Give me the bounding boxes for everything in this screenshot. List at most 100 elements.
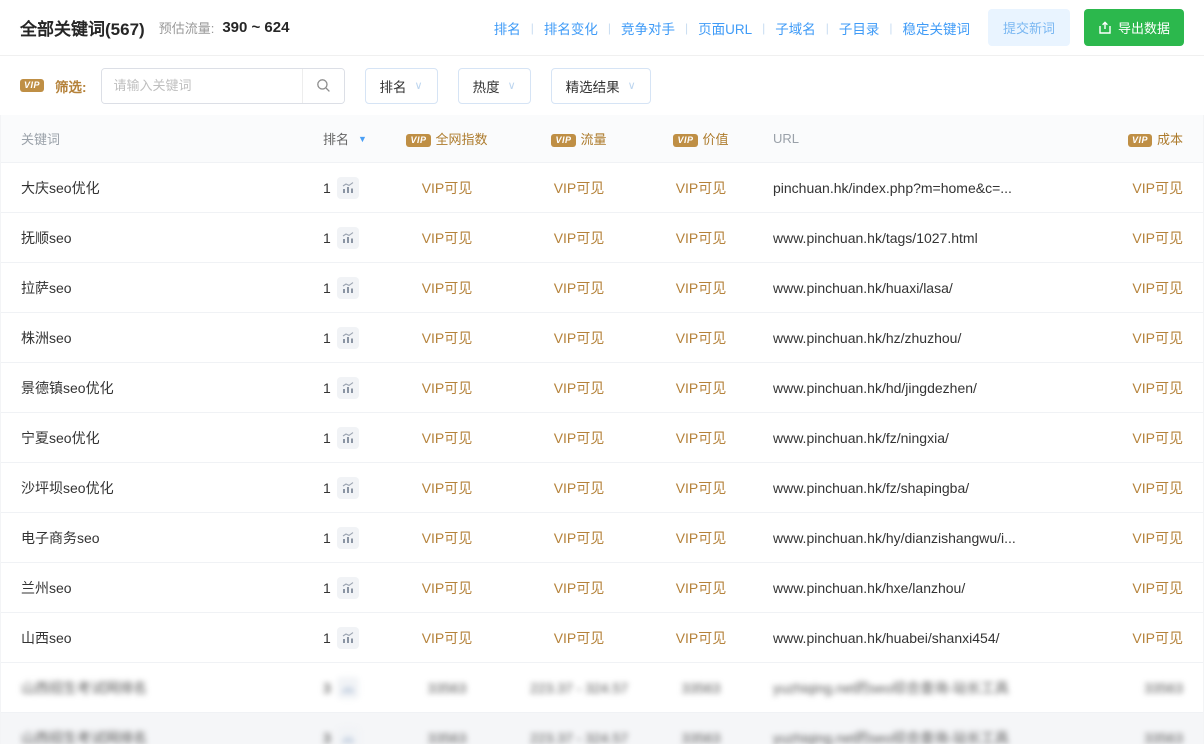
nav-page-url[interactable]: 页面URL [698, 18, 752, 38]
traffic-vip-cell[interactable]: VIP可见 [517, 428, 641, 448]
trend-chart-icon[interactable] [337, 277, 359, 299]
value-vip-cell[interactable]: VIP可见 [641, 228, 761, 248]
rank-value: 1 [323, 530, 331, 546]
url-cell[interactable]: www.pinchuan.hk/hz/zhuzhou/ [761, 330, 1091, 346]
value-vip-cell[interactable]: VIP可见 [641, 428, 761, 448]
index-vip-cell[interactable]: VIP可见 [377, 378, 517, 398]
trend-chart-icon[interactable] [337, 377, 359, 399]
traffic-vip-cell[interactable]: VIP可见 [517, 278, 641, 298]
col-header-keyword: 关键词 [1, 129, 311, 148]
keyword-cell: 抚顺seo [1, 228, 311, 248]
export-icon [1098, 21, 1112, 35]
nav-rank[interactable]: 排名 [494, 18, 521, 38]
search-input[interactable] [102, 69, 302, 103]
table-row: 拉萨seo 1 VIP可见 VIP可见 VIP可见 www.pinchuan.h… [1, 263, 1203, 313]
table-row: 株洲seo 1 VIP可见 VIP可见 VIP可见 www.pinchuan.h… [1, 313, 1203, 363]
page-title: 全部关键词(567) [20, 15, 145, 40]
url-cell[interactable]: pinchuan.hk/index.php?m=home&c=... [761, 180, 1091, 196]
trend-chart-icon[interactable] [337, 177, 359, 199]
trend-chart-icon[interactable] [337, 577, 359, 599]
nav-subdirectory[interactable]: 子目录 [839, 18, 880, 38]
export-data-button[interactable]: 导出数据 [1084, 9, 1184, 46]
trend-chart-icon [337, 677, 359, 699]
rank-value: 1 [323, 630, 331, 646]
value-vip-cell[interactable]: VIP可见 [641, 278, 761, 298]
col-header-value: VIP价值 [641, 129, 761, 148]
url-cell[interactable]: www.pinchuan.hk/huabei/shanxi454/ [761, 630, 1091, 646]
cost-vip-cell[interactable]: VIP可见 [1091, 228, 1203, 248]
index-vip-cell[interactable]: VIP可见 [377, 478, 517, 498]
trend-chart-icon[interactable] [337, 477, 359, 499]
submit-new-words-button[interactable]: 提交新词 [988, 9, 1070, 46]
url-cell[interactable]: www.pinchuan.hk/fz/shapingba/ [761, 480, 1091, 496]
cost-vip-cell[interactable]: VIP可见 [1091, 428, 1203, 448]
trend-chart-icon[interactable] [337, 427, 359, 449]
top-bar: 全部关键词(567) 预估流量: 390 ~ 624 排名| 排名变化| 竞争对… [0, 0, 1204, 56]
index-vip-cell[interactable]: VIP可见 [377, 578, 517, 598]
index-vip-cell[interactable]: VIP可见 [377, 328, 517, 348]
cost-header-label: 成本 [1157, 132, 1183, 147]
trend-chart-icon[interactable] [337, 627, 359, 649]
cost-vip-cell[interactable]: VIP可见 [1091, 628, 1203, 648]
cost-vip-cell[interactable]: VIP可见 [1091, 478, 1203, 498]
rank-filter-dropdown[interactable]: 排名 ∨ [365, 68, 438, 104]
traffic-vip-cell[interactable]: VIP可见 [517, 378, 641, 398]
cost-vip-cell[interactable]: VIP可见 [1091, 178, 1203, 198]
index-vip-cell[interactable]: VIP可见 [377, 178, 517, 198]
nav-competitors[interactable]: 竞争对手 [621, 18, 675, 38]
heat-filter-dropdown[interactable]: 热度 ∨ [458, 68, 531, 104]
keyword-search [101, 68, 345, 104]
filter-bar: VIP 筛选: 排名 ∨ 热度 ∨ 精选结果 ∨ [0, 56, 1204, 115]
traffic-vip-cell[interactable]: VIP可见 [517, 578, 641, 598]
traffic-vip-cell[interactable]: VIP可见 [517, 228, 641, 248]
value-vip-cell[interactable]: VIP可见 [641, 528, 761, 548]
keyword-cell: 株洲seo [1, 328, 311, 348]
search-button[interactable] [302, 69, 344, 103]
url-cell[interactable]: www.pinchuan.hk/hd/jingdezhen/ [761, 380, 1091, 396]
cost-vip-cell[interactable]: VIP可见 [1091, 378, 1203, 398]
url-cell: yuzhiqing.net的seo综合查询-站长工具 [761, 728, 1091, 744]
traffic-vip-cell[interactable]: VIP可见 [517, 628, 641, 648]
url-cell[interactable]: www.pinchuan.hk/fz/ningxia/ [761, 430, 1091, 446]
rank-value: 1 [323, 230, 331, 246]
nav-stable-keywords[interactable]: 稳定关键词 [902, 18, 970, 38]
value-vip-cell[interactable]: VIP可见 [641, 578, 761, 598]
nav-subdomain[interactable]: 子域名 [775, 18, 816, 38]
url-cell[interactable]: www.pinchuan.hk/tags/1027.html [761, 230, 1091, 246]
traffic-vip-cell[interactable]: VIP可见 [517, 328, 641, 348]
table-row: 抚顺seo 1 VIP可见 VIP可见 VIP可见 www.pinchuan.h… [1, 213, 1203, 263]
url-cell[interactable]: www.pinchuan.hk/hy/dianzishangwu/i... [761, 530, 1091, 546]
index-vip-cell[interactable]: VIP可见 [377, 228, 517, 248]
value-vip-cell[interactable]: VIP可见 [641, 378, 761, 398]
chevron-down-icon: ∨ [628, 79, 636, 92]
rank-cell: 1 [311, 477, 377, 499]
rank-value: 1 [323, 480, 331, 496]
index-vip-cell[interactable]: VIP可见 [377, 628, 517, 648]
value-vip-cell[interactable]: VIP可见 [641, 478, 761, 498]
rank-cell: 1 [311, 527, 377, 549]
traffic-cell: 223.37 - 324.57 [517, 730, 641, 744]
trend-chart-icon[interactable] [337, 527, 359, 549]
keyword-cell: 山西招生考试网排名 [1, 678, 311, 698]
index-vip-cell[interactable]: VIP可见 [377, 528, 517, 548]
cost-vip-cell[interactable]: VIP可见 [1091, 578, 1203, 598]
index-vip-cell[interactable]: VIP可见 [377, 278, 517, 298]
url-cell[interactable]: www.pinchuan.hk/huaxi/lasa/ [761, 280, 1091, 296]
value-vip-cell[interactable]: VIP可见 [641, 628, 761, 648]
index-vip-cell[interactable]: VIP可见 [377, 428, 517, 448]
traffic-vip-cell[interactable]: VIP可见 [517, 528, 641, 548]
url-cell[interactable]: www.pinchuan.hk/hxe/lanzhou/ [761, 580, 1091, 596]
trend-chart-icon[interactable] [337, 227, 359, 249]
featured-filter-dropdown[interactable]: 精选结果 ∨ [551, 68, 651, 104]
rank-cell: 3 [311, 727, 377, 744]
cost-vip-cell[interactable]: VIP可见 [1091, 528, 1203, 548]
value-vip-cell[interactable]: VIP可见 [641, 178, 761, 198]
cost-vip-cell[interactable]: VIP可见 [1091, 328, 1203, 348]
nav-rank-change[interactable]: 排名变化 [544, 18, 598, 38]
trend-chart-icon[interactable] [337, 327, 359, 349]
traffic-vip-cell[interactable]: VIP可见 [517, 478, 641, 498]
value-vip-cell[interactable]: VIP可见 [641, 328, 761, 348]
traffic-vip-cell[interactable]: VIP可见 [517, 178, 641, 198]
cost-vip-cell[interactable]: VIP可见 [1091, 278, 1203, 298]
col-header-rank[interactable]: 排名 ▼ [311, 129, 377, 148]
